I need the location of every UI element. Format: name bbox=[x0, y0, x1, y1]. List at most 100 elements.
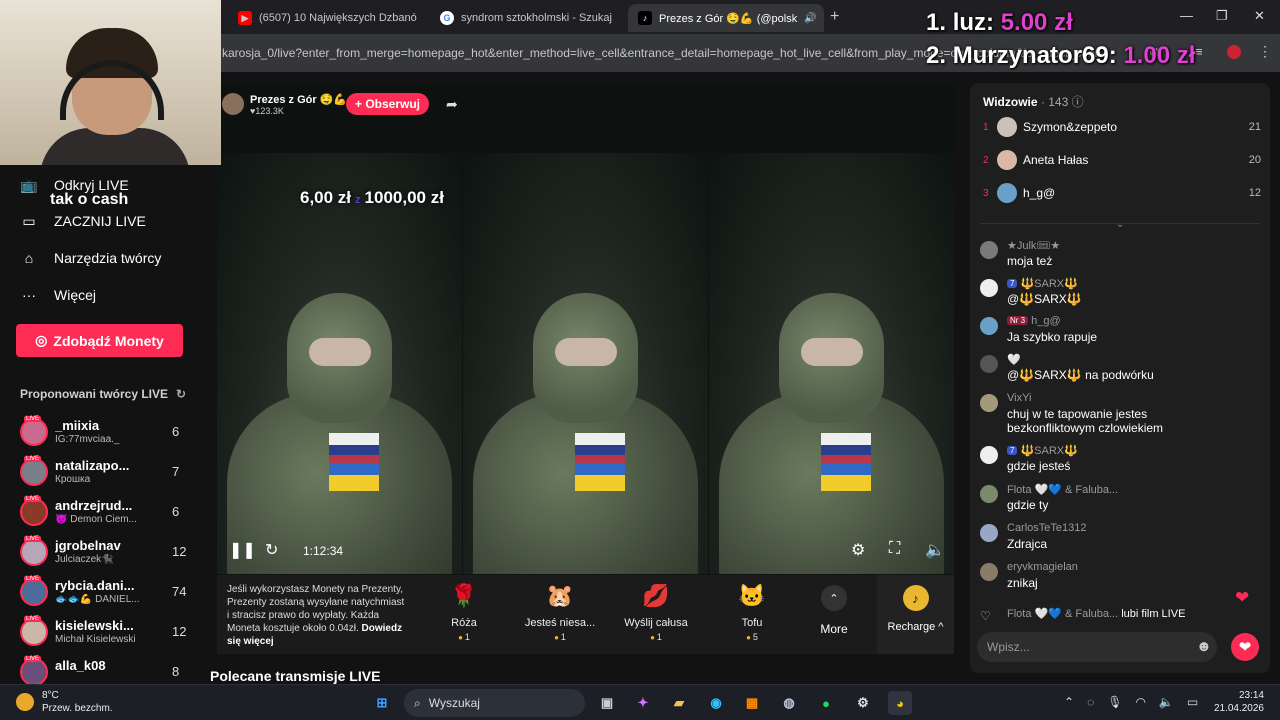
avatar bbox=[997, 150, 1017, 170]
refresh-icon[interactable]: ↻ bbox=[176, 387, 186, 401]
overlay-rank: 2. bbox=[926, 42, 947, 69]
recharge-button[interactable]: ♪ Recharge ^ bbox=[877, 575, 954, 654]
new-tab-button[interactable]: + bbox=[830, 8, 839, 26]
pause-icon[interactable]: ❚❚ bbox=[229, 540, 256, 560]
settings-app-icon[interactable]: ⚙ bbox=[851, 691, 875, 715]
network-status-icon[interactable]: ◌ bbox=[1087, 695, 1094, 709]
get-coins-button[interactable]: ◎ Zdobądź Monety bbox=[16, 324, 183, 357]
top-viewer-row[interactable]: 3 h_g@ 12 bbox=[983, 182, 1261, 204]
chat-text: gdzie jesteś bbox=[1007, 459, 1071, 473]
creator-viewer-count: 8 bbox=[172, 664, 180, 679]
live-badge: LIVE bbox=[24, 616, 42, 622]
chevron-up-icon[interactable]: ⌃ bbox=[1064, 695, 1074, 709]
copilot-icon[interactable]: ✦ bbox=[631, 691, 655, 715]
viewer-name: Aneta Hałas bbox=[1023, 153, 1089, 167]
share-icon[interactable]: ➦ bbox=[446, 96, 458, 113]
creator-item[interactable]: LIVE rybcia.dani... 🐟🐟💪 DANIEL... 74 bbox=[20, 576, 190, 618]
creator-item[interactable]: LIVE _miixia IG:77mvciaa._ 6 bbox=[20, 416, 190, 458]
like-heart-button[interactable]: ❤ bbox=[1231, 633, 1259, 661]
search-label: Wyszukaj bbox=[428, 696, 480, 710]
playlist-icon[interactable]: ≡ bbox=[1195, 44, 1203, 59]
avatar[interactable] bbox=[222, 93, 244, 115]
settings-icon[interactable]: ⚙ bbox=[851, 540, 865, 560]
speaker-icon[interactable]: 🔊 bbox=[804, 13, 816, 24]
heart-icon: ❤ bbox=[1235, 588, 1250, 607]
top-viewer-row[interactable]: 1 Szymon&zeppeto 21 bbox=[983, 116, 1261, 138]
creator-item[interactable]: LIVE jgrobelnav Julciaczek🐈‍⬛ 12 bbox=[20, 536, 190, 578]
edge-icon[interactable]: ◉ bbox=[704, 691, 728, 715]
maximize-icon[interactable]: ❐ bbox=[1216, 8, 1228, 24]
avatar bbox=[20, 578, 48, 606]
temperature: 8°C bbox=[42, 690, 59, 701]
menu-dots-icon[interactable]: ⋮ bbox=[1258, 43, 1272, 60]
user-badge: 7 bbox=[1007, 279, 1018, 288]
fullscreen-icon[interactable]: ⛶ bbox=[889, 540, 900, 558]
nav-more[interactable]: ··· Więcej bbox=[20, 286, 96, 304]
battery-icon[interactable]: ▭ bbox=[1187, 695, 1198, 709]
refresh-icon[interactable]: ↻ bbox=[265, 540, 278, 560]
clock[interactable]: 23:14 21.04.2026 bbox=[1200, 689, 1264, 715]
chat-input[interactable]: Wpisz... bbox=[977, 632, 1217, 662]
chat-username: 7 🔱SARX🔱 bbox=[1007, 444, 1078, 457]
live-video[interactable] bbox=[217, 83, 954, 574]
coins-label: Zdobądź Monety bbox=[53, 332, 164, 349]
speaker-icon[interactable]: 🔈 bbox=[1159, 695, 1174, 709]
gift-icon: 🌹 bbox=[450, 583, 478, 608]
steam-icon[interactable]: ◍ bbox=[777, 691, 801, 715]
nav-start-live[interactable]: ▭ ZACZNIJ LIVE bbox=[20, 212, 145, 230]
profile-icon[interactable] bbox=[1227, 45, 1241, 59]
more-gifts-button[interactable]: ⌃ More bbox=[814, 585, 854, 636]
creator-name: andrzejrud... bbox=[55, 498, 133, 513]
google-icon: G bbox=[440, 11, 454, 25]
goal-separator: z bbox=[355, 194, 361, 206]
viewer-score: 12 bbox=[1248, 187, 1261, 199]
gift-item[interactable]: 💋 Wyślij całusa 1 bbox=[611, 581, 701, 642]
section-title: Proponowani twórcy LIVE bbox=[20, 387, 169, 401]
viewer-rank: 2 bbox=[983, 154, 989, 166]
windows-start-icon[interactable]: ⊞ bbox=[370, 691, 394, 715]
avatar bbox=[20, 458, 48, 486]
tab-tiktok[interactable]: ♪ Prezes z Gór 🤤💪 (@polsk 🔊 ✕ bbox=[628, 4, 824, 32]
wifi-icon[interactable]: ◠ bbox=[1135, 695, 1145, 709]
viewer-rank: 3 bbox=[983, 187, 989, 199]
tab-youtube[interactable]: ▶ (6507) 10 Największych Dzbanó bbox=[228, 4, 428, 32]
overlay-rank: 1. bbox=[926, 9, 947, 36]
join-user: Flota 🤍💙 & Faluba... bbox=[1007, 608, 1119, 620]
store-icon[interactable]: ▦ bbox=[740, 691, 764, 715]
help-icon[interactable]: ⓘ bbox=[1072, 95, 1084, 109]
gift-item[interactable]: 🌹 Róża 1 bbox=[419, 581, 509, 642]
tab-google[interactable]: G syndrom sztokholmski - Szukaj bbox=[430, 4, 626, 32]
chat-user: 🔱SARX🔱 bbox=[1020, 278, 1078, 290]
creator-item[interactable]: LIVE andrzejrud... 👿 Demon Ciem... 6 bbox=[20, 496, 190, 538]
overlay-name: luz: bbox=[952, 9, 995, 36]
streamer-name[interactable]: Prezes z Gór 🤤💪 bbox=[250, 93, 347, 106]
join-notice-text: Flota 🤍💙 & Faluba... lubi film LIVE bbox=[1007, 607, 1185, 620]
creator-item[interactable]: LIVE natalizapo... Крошка 7 bbox=[20, 456, 190, 498]
nav-creator-tools[interactable]: ⌂ Narzędzia twórcy bbox=[20, 249, 162, 267]
top-viewer-row[interactable]: 2 Aneta Hałas 20 bbox=[983, 149, 1261, 171]
emoji-icon[interactable]: ☻ bbox=[1196, 638, 1212, 655]
viewer-score: 20 bbox=[1248, 154, 1261, 166]
close-window-icon[interactable]: ✕ bbox=[1254, 8, 1265, 24]
user-badge: 7 bbox=[1007, 446, 1018, 455]
file-explorer-icon[interactable]: ▰ bbox=[667, 691, 691, 715]
volume-icon[interactable]: 🔈 bbox=[925, 540, 945, 560]
spotify-icon[interactable]: ● bbox=[814, 691, 838, 715]
stream-goal: 6,00 zł z 1000,00 zł bbox=[300, 188, 444, 208]
live-badge: LIVE bbox=[24, 536, 42, 542]
gift-item[interactable]: 🐱 Tofu 5 bbox=[707, 581, 797, 642]
creator-item[interactable]: LIVE kisielewski... Michał Kisielewski 12 bbox=[20, 616, 190, 658]
collapse-chevron-icon[interactable]: ⌄ bbox=[1116, 219, 1124, 230]
chrome-icon[interactable]: ◕ bbox=[888, 691, 912, 715]
video-panel bbox=[463, 153, 708, 574]
task-view-icon[interactable]: ▣ bbox=[595, 691, 619, 715]
taskbar-search[interactable]: ⌕ Wyszukaj bbox=[404, 689, 585, 717]
gift-item[interactable]: 🐹 Jesteś niesa... 1 bbox=[515, 581, 605, 642]
weather-widget[interactable]: 8°C Przew. bezchm. bbox=[16, 689, 113, 715]
gift-name: Róża bbox=[451, 617, 477, 629]
clock-time: 23:14 bbox=[1238, 690, 1264, 701]
streamer-info[interactable]: Prezes z Gór 🤤💪 ♥123.3K bbox=[222, 92, 347, 116]
avatar bbox=[20, 658, 48, 686]
follow-button[interactable]: + Obserwuj bbox=[346, 93, 429, 115]
microphone-icon[interactable]: 🎙 bbox=[1107, 695, 1122, 709]
